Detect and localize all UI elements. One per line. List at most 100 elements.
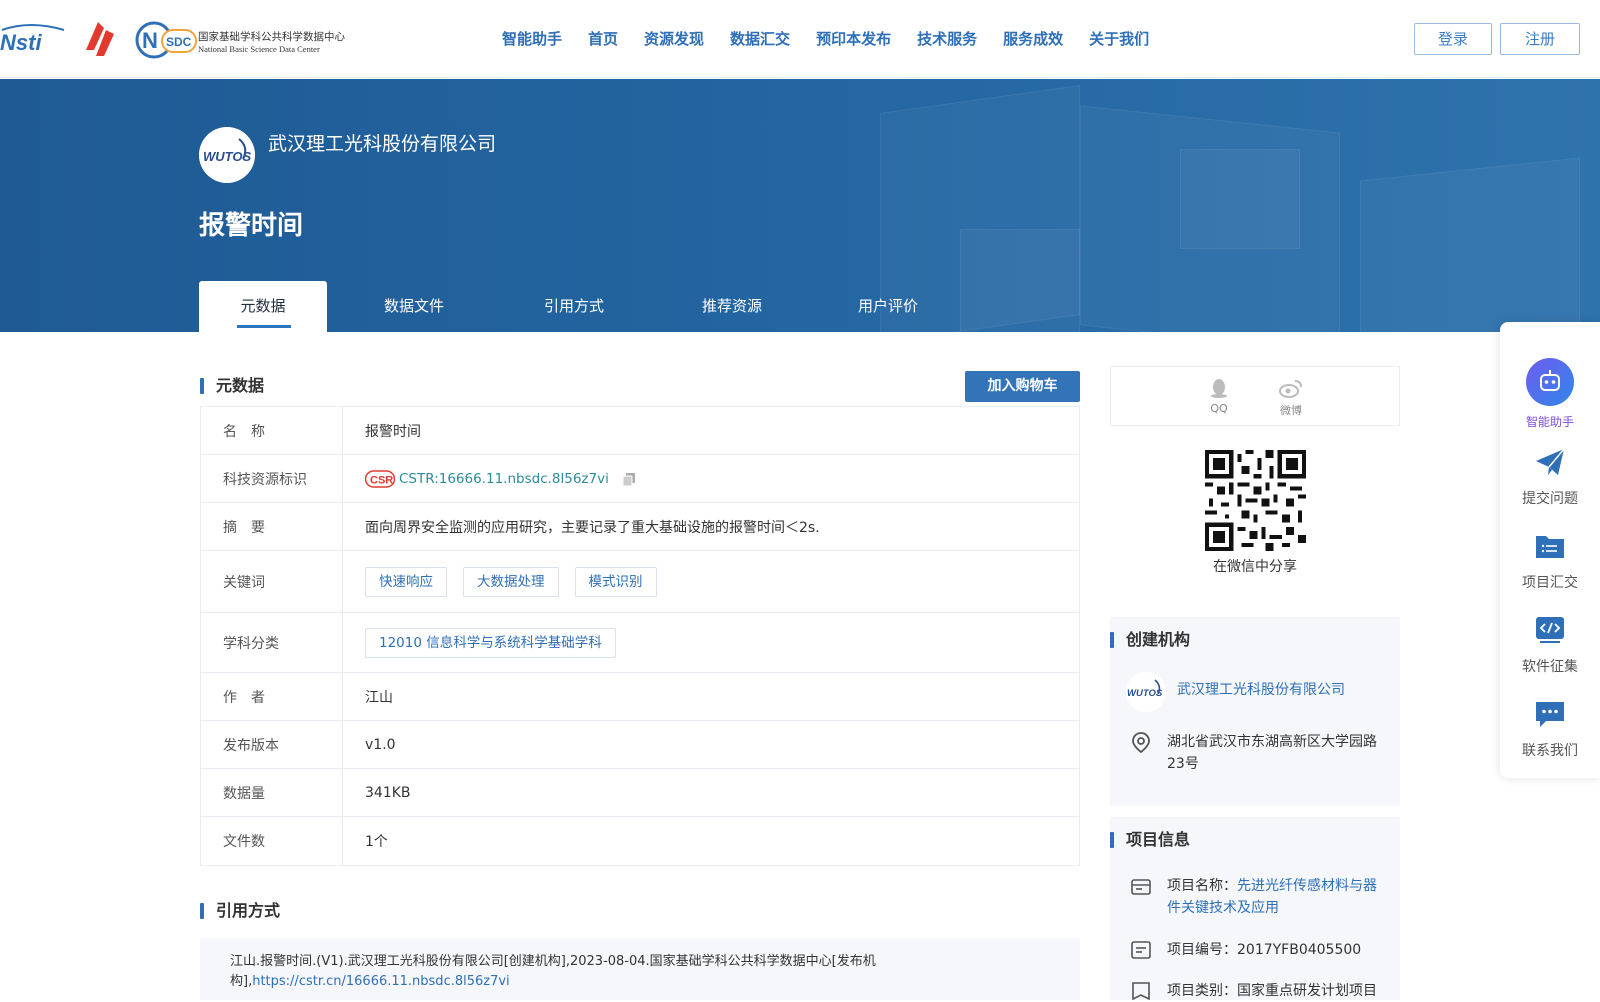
subject-cell: 12010 信息科学与系统科学基础学科 <box>343 613 1079 672</box>
name-label: 名 称 <box>201 407 343 454</box>
share-weibo[interactable]: 微博 <box>1271 377 1311 418</box>
table-row: 数据量 341KB <box>201 769 1079 817</box>
float-contact-label: 联系我们 <box>1522 743 1578 759</box>
floating-toolbar: 智能助手 提交问题 项目汇交 软件征集 联系我们 <box>1500 322 1600 778</box>
wechat-share-label: 在微信中分享 <box>1213 559 1297 575</box>
name-value: 报警时间 <box>365 423 421 440</box>
chat-icon <box>1536 702 1564 727</box>
metadata-section-title: 元数据 <box>200 375 264 397</box>
project-name: 项目名称：先进光纤传感材料与器件关键技术及应用 <box>1167 875 1387 919</box>
abstract-value: 面向周界安全监测的应用研究，主要记录了重大基础设施的报警时间＜2s. <box>365 519 820 536</box>
size-label: 数据量 <box>201 769 343 816</box>
qq-icon <box>1211 379 1227 398</box>
metadata-table: 名 称 报警时间 科技资源标识 CSR CSTR:16666.11.nbsdc.… <box>200 406 1080 866</box>
files-label: 文件数 <box>201 817 343 865</box>
table-row: 名 称 报警时间 <box>201 407 1079 455</box>
weibo-icon <box>1279 380 1302 398</box>
float-assistant[interactable]: 智能助手 <box>1500 358 1600 430</box>
abstract-label: 摘 要 <box>201 503 343 550</box>
keyword-tag[interactable]: 快速响应 <box>365 566 447 597</box>
cstr-link[interactable]: CSTR:16666.11.nbsdc.8l56z7vi <box>399 471 609 487</box>
institution-address: 湖北省武汉市东湖高新区大学园路23号 <box>1167 734 1377 772</box>
citation-link[interactable]: https://cstr.cn/16666.11.nbsdc.8l56z7vi <box>252 974 509 989</box>
author-label: 作 者 <box>201 673 343 720</box>
nav-preprint[interactable]: 预印本发布 <box>816 27 891 51</box>
detail-tabs: 元数据 数据文件 引用方式 推荐资源 用户评价 <box>199 281 959 332</box>
copy-icon[interactable] <box>621 471 637 487</box>
institution-name-link[interactable]: 武汉理工光科股份有限公司 <box>1177 679 1345 699</box>
id-label: 科技资源标识 <box>201 455 343 502</box>
nav-results[interactable]: 服务成效 <box>1003 27 1063 51</box>
subject-tag[interactable]: 12010 信息科学与系统科学基础学科 <box>365 627 616 658</box>
tab-recommended[interactable]: 推荐资源 <box>647 281 817 332</box>
share-box: QQ 微博 <box>1110 366 1400 426</box>
author-value: 江山 <box>365 689 393 706</box>
org-name[interactable]: 武汉理工光科股份有限公司 <box>268 131 496 157</box>
nav-home[interactable]: 首页 <box>588 27 618 51</box>
location-pin-icon <box>1132 732 1150 753</box>
cas-logo[interactable] <box>80 20 120 58</box>
svg-text:国家基础学科公共科学数据中心: 国家基础学科公共科学数据中心 <box>198 30 345 43</box>
float-assistant-label: 智能助手 <box>1525 415 1574 429</box>
float-collect-label: 项目汇交 <box>1522 575 1578 591</box>
table-row: 关键词 快速响应 大数据处理 模式识别 <box>201 551 1079 613</box>
float-submit-label: 提交问题 <box>1522 491 1578 507</box>
nstl-logo[interactable]: Nsti <box>0 22 68 56</box>
size-value: 341KB <box>365 784 411 801</box>
svg-text:N: N <box>142 28 158 53</box>
project-name-label: 项目名称： <box>1167 878 1237 894</box>
files-value: 1个 <box>365 834 388 850</box>
institution-logo: WUTOS <box>1126 672 1166 712</box>
login-button[interactable]: 登录 <box>1414 23 1492 55</box>
nav-assistant[interactable]: 智能助手 <box>502 27 562 51</box>
main-nav: 智能助手 首页 资源发现 数据汇交 预印本发布 技术服务 服务成效 关于我们 <box>502 27 1175 51</box>
table-row: 学科分类 12010 信息科学与系统科学基础学科 <box>201 613 1079 673</box>
citation-section-title: 引用方式 <box>200 900 280 922</box>
cstr-icon: CSR <box>365 469 395 488</box>
paper-plane-icon <box>1536 448 1565 475</box>
weibo-label: 微博 <box>1280 404 1302 417</box>
project-section-title: 项目信息 <box>1110 829 1190 851</box>
float-contact[interactable]: 联系我们 <box>1500 698 1600 760</box>
institution-section-title: 创建机构 <box>1110 629 1190 651</box>
keyword-tag[interactable]: 模式识别 <box>574 566 657 597</box>
wechat-qr-code <box>1205 450 1306 551</box>
tab-reviews[interactable]: 用户评价 <box>817 281 959 332</box>
float-software[interactable]: 软件征集 <box>1500 614 1600 676</box>
svg-text:CSR: CSR <box>370 474 393 486</box>
svg-text:SDC: SDC <box>166 35 192 49</box>
keywords-label: 关键词 <box>201 551 343 612</box>
svg-text:Nsti: Nsti <box>0 30 42 55</box>
code-icon <box>1536 617 1564 643</box>
tab-metadata[interactable]: 元数据 <box>199 281 327 332</box>
project-type: 项目类别：国家重点研发计划项目 <box>1167 983 1377 999</box>
nav-tech-service[interactable]: 技术服务 <box>917 27 977 51</box>
robot-icon <box>1526 358 1574 406</box>
project-code-icon <box>1131 941 1151 959</box>
nav-discover[interactable]: 资源发现 <box>644 27 704 51</box>
register-button[interactable]: 注册 <box>1500 23 1580 55</box>
page-title: 报警时间 <box>199 211 304 241</box>
float-software-label: 软件征集 <box>1522 659 1578 675</box>
id-value-cell: CSR CSTR:16666.11.nbsdc.8l56z7vi <box>343 455 1079 502</box>
add-to-cart-button[interactable]: 加入购物车 <box>965 371 1080 402</box>
tab-citation[interactable]: 引用方式 <box>501 281 647 332</box>
table-row: 文件数 1个 <box>201 817 1079 865</box>
table-row: 作 者 江山 <box>201 673 1079 721</box>
version-label: 发布版本 <box>201 721 343 768</box>
citation-box: 江山.报警时间.(V1).武汉理工光科股份有限公司[创建机构],2023-08-… <box>200 938 1080 1000</box>
project-code: 项目编号：2017YFB0405500 <box>1167 942 1362 958</box>
nav-about[interactable]: 关于我们 <box>1089 27 1149 51</box>
share-qq[interactable]: QQ <box>1199 377 1239 415</box>
org-logo: WUTOS <box>199 127 255 183</box>
table-row: 科技资源标识 CSR CSTR:16666.11.nbsdc.8l56z7vi <box>201 455 1079 503</box>
nav-data-collect[interactable]: 数据汇交 <box>730 27 790 51</box>
float-collect[interactable]: 项目汇交 <box>1500 530 1600 592</box>
qq-label: QQ <box>1210 402 1228 415</box>
project-type-icon <box>1132 982 1150 1001</box>
tab-data-files[interactable]: 数据文件 <box>327 281 501 332</box>
nsdc-logo[interactable]: N SDC 国家基础学科公共科学数据中心 National Basic Scie… <box>134 20 346 60</box>
keyword-tag[interactable]: 大数据处理 <box>463 566 559 597</box>
float-submit[interactable]: 提交问题 <box>1500 446 1600 508</box>
keywords-cell: 快速响应 大数据处理 模式识别 <box>343 551 1079 612</box>
